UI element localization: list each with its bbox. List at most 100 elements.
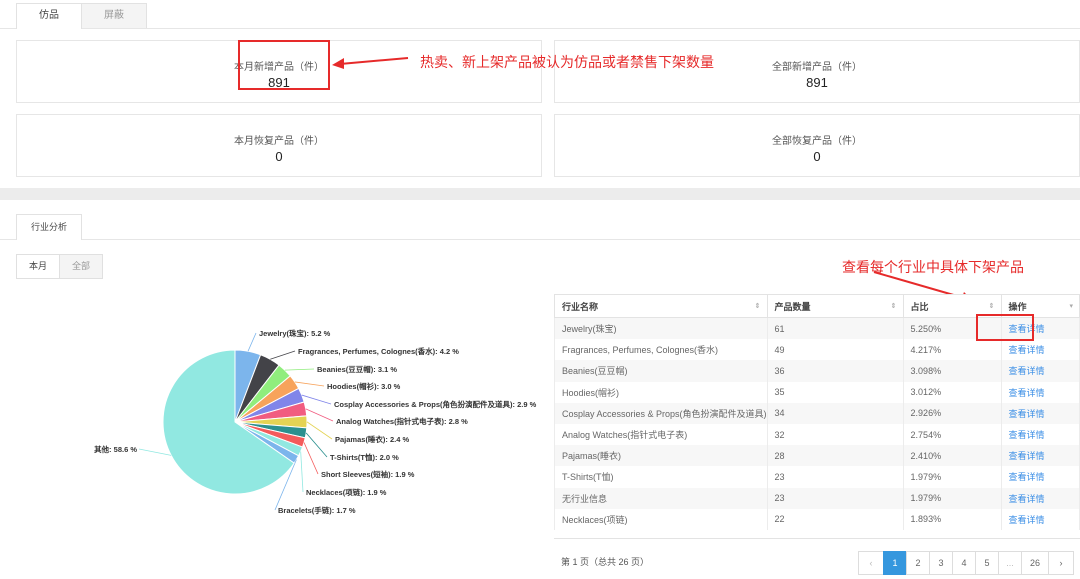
pie-slice-label: Pajamas(睡衣): 2.4 % — [335, 434, 410, 444]
column-header-quantity[interactable]: 产品数量 ⇕ — [766, 294, 904, 318]
sort-icon[interactable]: ⇕ — [989, 302, 995, 310]
highlight-box-new-products — [238, 40, 330, 90]
industry-name: Jewelry(珠宝) — [554, 317, 768, 340]
product-count: 23 — [766, 487, 904, 509]
pagination-page-4[interactable]: 4 — [952, 551, 976, 575]
industry-name: Cosplay Accessories & Props(角色扮演配件及道具) — [554, 402, 768, 424]
stat-value: 0 — [275, 149, 283, 164]
pagination-page-26[interactable]: 26 — [1021, 551, 1049, 575]
pie-connector — [303, 442, 319, 475]
pie-slice-label: Beanies(豆豆帽): 3.1 % — [317, 364, 397, 374]
table-row: Pajamas(睡衣) 28 2.410% 查看详情 — [554, 445, 1080, 467]
table-row: Analog Watches(指针式电子表) 32 2.754% 查看详情 — [554, 423, 1080, 446]
table-row: Beanies(豆豆帽) 36 3.098% 查看详情 — [554, 360, 1080, 382]
product-count: 35 — [766, 381, 904, 403]
stat-card-month-restored: 本月恢复产品（件） 0 — [16, 114, 542, 177]
caret-down-icon[interactable]: ▾ — [1069, 302, 1073, 310]
highlight-box-detail — [976, 314, 1034, 341]
pie-slice-label: Analog Watches(指针式电子表): 2.8 % — [336, 416, 468, 426]
stat-card-all-restored: 全部恢复产品（件） 0 — [554, 114, 1080, 177]
annotation-arrow-left-icon — [332, 57, 409, 69]
pie-connector — [301, 394, 332, 405]
pagination-page-1[interactable]: 1 — [883, 551, 907, 575]
pie-slice-label: 其他: 58.6 % — [94, 444, 137, 454]
pagination-next-button[interactable]: › — [1048, 551, 1074, 575]
stat-value: 0 — [813, 149, 821, 164]
pie-connector — [284, 368, 315, 371]
table-row: T-Shirts(T恤) 23 1.979% 查看详情 — [554, 466, 1080, 488]
pie-connector — [306, 421, 333, 440]
industry-name: T-Shirts(T恤) — [554, 466, 768, 488]
tab-counterfeit[interactable]: 仿品 — [16, 3, 82, 29]
column-header-industry[interactable]: 行业名称 ⇕ — [554, 294, 768, 318]
pie-slice-label: Necklaces(项链): 1.9 % — [306, 487, 387, 497]
stat-label: 全部恢复产品（件） — [772, 136, 862, 147]
table-row: Fragrances, Perfumes, Colognes(香水) 49 4.… — [554, 339, 1080, 361]
table-row: Cosplay Accessories & Props(角色扮演配件及道具) 3… — [554, 402, 1080, 424]
toggle-all[interactable]: 全部 — [59, 254, 103, 279]
product-count: 61 — [766, 317, 904, 340]
industry-name: Analog Watches(指针式电子表) — [554, 423, 768, 446]
view-details-link[interactable]: 查看详情 — [1009, 345, 1045, 355]
industry-name: Hoodies(帽衫) — [554, 381, 768, 403]
pie-slice-label: Jewelry(珠宝): 5.2 % — [259, 328, 331, 338]
product-ratio: 2.926% — [902, 402, 1002, 424]
table-row: 无行业信息 23 1.979% 查看详情 — [554, 487, 1080, 509]
toggle-this-month[interactable]: 本月 — [16, 254, 60, 279]
product-count: 34 — [766, 402, 904, 424]
stat-label: 本月恢复产品（件） — [234, 136, 324, 147]
pagination-page-3[interactable]: 3 — [929, 551, 953, 575]
pie-connector — [305, 432, 328, 458]
view-details-link[interactable]: 查看详情 — [1009, 472, 1045, 482]
pie-connector — [270, 350, 296, 360]
pie-slice-label: T-Shirts(T恤): 2.0 % — [330, 452, 399, 462]
pie-connector — [300, 451, 304, 493]
product-count: 49 — [766, 339, 904, 361]
view-details-link[interactable]: 查看详情 — [1009, 388, 1045, 398]
sort-icon[interactable]: ⇕ — [755, 302, 761, 310]
product-count: 23 — [766, 466, 904, 488]
sort-icon[interactable]: ⇕ — [891, 302, 897, 310]
tab-industry-analysis[interactable]: 行业分析 — [16, 214, 82, 240]
section-divider — [0, 188, 1080, 200]
section-tab-line — [0, 239, 1080, 240]
industry-pie-chart: Jewelry(珠宝): 5.2 % Fragrances, Perfumes, … — [94, 328, 537, 515]
view-details-link[interactable]: 查看详情 — [1009, 515, 1045, 525]
view-details-link[interactable]: 查看详情 — [1009, 451, 1045, 461]
table-bottom-border — [554, 538, 1080, 539]
industry-name: Fragrances, Perfumes, Colognes(香水) — [554, 339, 768, 361]
pagination-page-5[interactable]: 5 — [975, 551, 999, 575]
product-count: 36 — [766, 360, 904, 382]
product-count: 32 — [766, 423, 904, 446]
product-ratio: 1.893% — [902, 508, 1002, 530]
product-count: 22 — [766, 508, 904, 530]
pagination-page-2[interactable]: 2 — [906, 551, 930, 575]
pagination-prev-button[interactable]: ‹ — [858, 551, 884, 575]
pie-slice-label: Hoodies(帽衫): 3.0 % — [327, 381, 401, 391]
pie-connector — [305, 408, 334, 422]
top-tab-bar: 仿品 屏蔽 — [0, 0, 1080, 29]
view-details-link[interactable]: 查看详情 — [1009, 366, 1045, 376]
product-ratio: 3.012% — [902, 381, 1002, 403]
table-row: Necklaces(项链) 22 1.893% 查看详情 — [554, 508, 1080, 530]
pie-slice-label: Cosplay Accessories & Props(角色扮演配件及道具): … — [334, 399, 537, 409]
product-ratio: 1.979% — [902, 487, 1002, 509]
product-ratio: 3.098% — [902, 360, 1002, 382]
pie-connector — [247, 332, 257, 352]
view-details-link[interactable]: 查看详情 — [1009, 494, 1045, 504]
product-ratio: 2.410% — [902, 445, 1002, 467]
product-count: 28 — [766, 445, 904, 467]
pagination-summary: 第 1 页（总共 26 页） — [561, 557, 650, 567]
industry-name: Necklaces(项链) — [554, 508, 768, 530]
stat-value: 891 — [806, 75, 828, 90]
pie-connector — [138, 448, 172, 456]
view-details-link[interactable]: 查看详情 — [1009, 430, 1045, 440]
tab-blocked[interactable]: 屏蔽 — [81, 3, 147, 28]
annotation-new-products: 热卖、新上架产品被认为仿品或者禁售下架数量 — [420, 54, 714, 70]
product-ratio: 4.217% — [902, 339, 1002, 361]
pie-slice-label: Fragrances, Perfumes, Colognes(香水): 4.2 … — [298, 346, 459, 356]
industry-name: Beanies(豆豆帽) — [554, 360, 768, 382]
view-details-link[interactable]: 查看详情 — [1009, 409, 1045, 419]
pie-slice-label: Bracelets(手链): 1.7 % — [278, 505, 356, 515]
pie-slice-label: Short Sleeves(短袖): 1.9 % — [321, 469, 415, 479]
